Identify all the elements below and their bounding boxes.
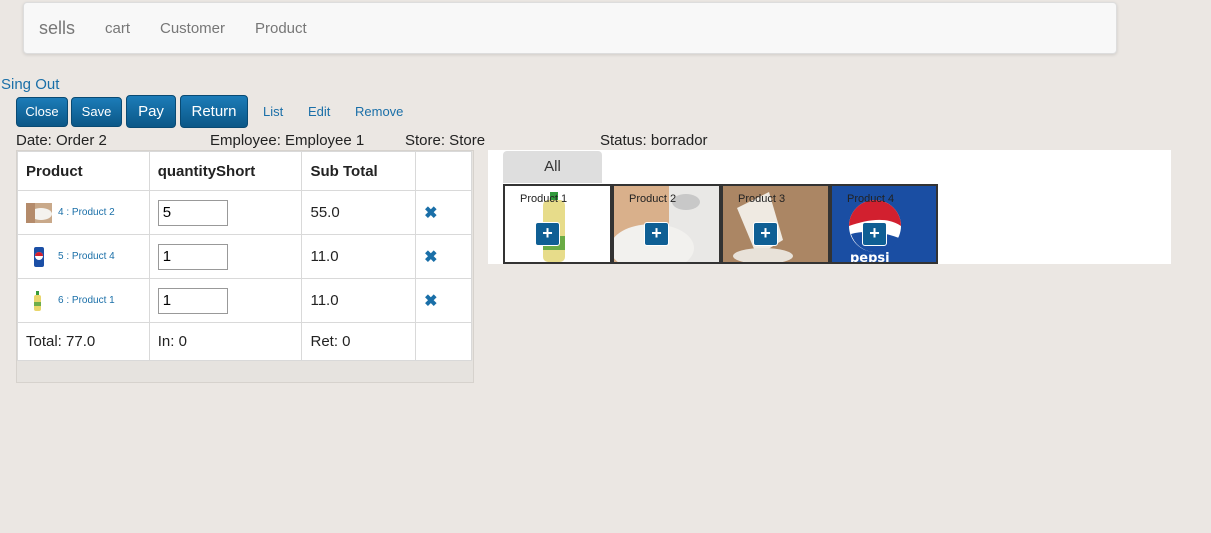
remove-line-icon[interactable]: ✖: [424, 205, 437, 222]
product-catalog-panel: All Product 1 + Product 2 + Product 3 +: [488, 150, 1171, 264]
product-card-label: Product 1: [520, 193, 568, 205]
tab-all[interactable]: All: [503, 151, 602, 183]
svg-text:pepsi: pepsi: [850, 251, 890, 264]
sugar-image: [26, 202, 52, 223]
navbar-brand[interactable]: sells: [39, 18, 75, 39]
product-link[interactable]: 5 : Product 4: [58, 251, 115, 262]
quantity-input[interactable]: [157, 287, 228, 314]
remove-line-icon[interactable]: ✖: [424, 249, 437, 266]
order-status: Status: borrador: [600, 132, 708, 149]
list-link[interactable]: List: [263, 104, 283, 119]
product-card[interactable]: Product 1 +: [503, 184, 612, 264]
nav-item-customer[interactable]: Customer: [160, 20, 225, 37]
order-employee: Employee: Employee 1: [210, 132, 365, 149]
oil-bottle-image: [34, 290, 41, 311]
subtotal-cell: 11.0: [301, 278, 417, 323]
product-card-label: Product 2: [629, 193, 677, 205]
add-product-icon[interactable]: +: [753, 222, 778, 246]
close-button[interactable]: Close: [16, 97, 68, 127]
subtotal-cell: 55.0: [301, 190, 417, 235]
column-header-subtotal: Sub Total: [301, 151, 417, 191]
remove-link[interactable]: Remove: [355, 104, 403, 119]
add-product-icon[interactable]: +: [535, 222, 560, 246]
subtotal-cell: 11.0: [301, 234, 417, 279]
column-header-actions: [415, 151, 472, 191]
product-link[interactable]: 4 : Product 2: [58, 207, 115, 218]
top-navbar: sells cart Customer Product: [23, 2, 1117, 54]
sign-out-link[interactable]: Sing Out: [1, 76, 59, 93]
table-row: 5 : Product 4 11.0 ✖: [17, 234, 472, 279]
product-card-label: Product 4: [847, 193, 895, 205]
add-product-icon[interactable]: +: [862, 222, 887, 246]
order-lines-table: Product quantityShort Sub Total 4 : Prod…: [17, 151, 472, 361]
order-ret: Ret: 0: [301, 322, 417, 361]
nav-item-cart[interactable]: cart: [105, 20, 130, 37]
edit-link[interactable]: Edit: [308, 104, 330, 119]
product-card[interactable]: Product 2 +: [612, 184, 721, 264]
product-card[interactable]: pepsi Product 4 +: [830, 184, 938, 264]
add-product-icon[interactable]: +: [644, 222, 669, 246]
save-button[interactable]: Save: [71, 97, 122, 127]
pepsi-can-image: [34, 246, 44, 267]
column-header-product: Product: [17, 151, 150, 191]
product-card[interactable]: Product 3 +: [721, 184, 830, 264]
table-row: 4 : Product 2 55.0 ✖: [17, 190, 472, 235]
remove-line-icon[interactable]: ✖: [424, 293, 437, 310]
return-button[interactable]: Return: [180, 95, 248, 128]
column-header-quantity: quantityShort: [148, 151, 303, 191]
product-card-label: Product 3: [738, 193, 786, 205]
product-link[interactable]: 6 : Product 1: [58, 295, 115, 306]
pay-button[interactable]: Pay: [126, 95, 176, 128]
order-total: Total: 77.0: [17, 322, 150, 361]
quantity-input[interactable]: [157, 243, 228, 270]
order-date: Date: Order 2: [16, 132, 107, 149]
quantity-input[interactable]: [157, 199, 228, 226]
order-store: Store: Store: [405, 132, 486, 149]
order-lines-panel: Product quantityShort Sub Total 4 : Prod…: [16, 150, 474, 383]
table-row: 6 : Product 1 11.0 ✖: [17, 278, 472, 323]
order-in: In: 0: [148, 322, 303, 361]
nav-item-product[interactable]: Product: [255, 20, 307, 37]
table-footer-row: Total: 77.0 In: 0 Ret: 0: [17, 322, 472, 361]
